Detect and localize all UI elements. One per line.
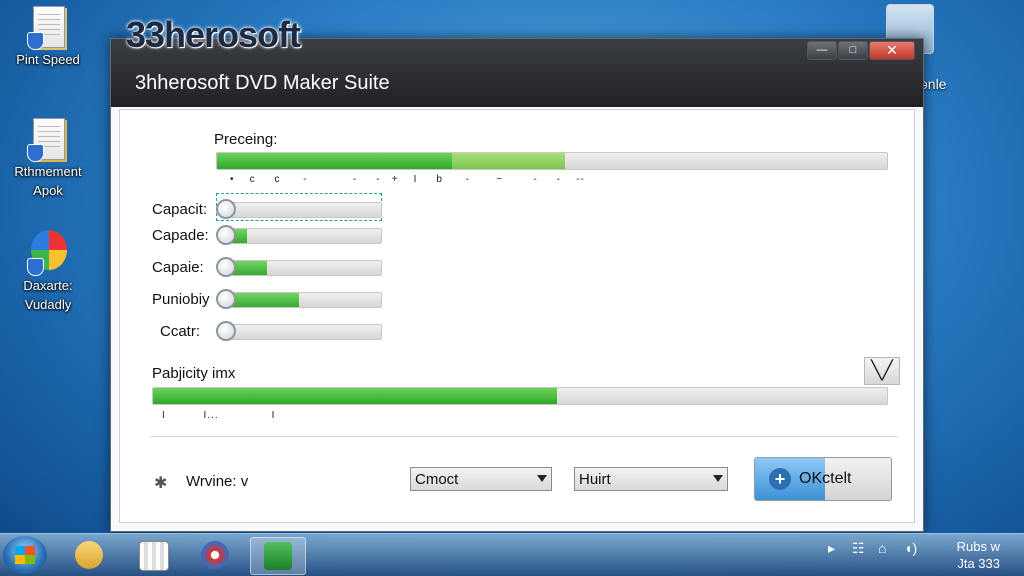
slider-handle[interactable] (216, 199, 236, 219)
shield-icon (27, 258, 44, 276)
desktop-icon-daxarte[interactable]: Daxarte: Vudadly (0, 230, 96, 312)
desktop-icon-label: Pint Speed (16, 52, 80, 67)
processing-tick-marks: • c c - - - + I b - ~ - - -- (230, 174, 585, 185)
processing-progress-fill (217, 153, 452, 169)
section-divider (150, 436, 898, 437)
taskbar-item-clapper[interactable] (126, 537, 180, 573)
brand-logo-text: 33herosoft (126, 14, 301, 55)
taskbar-item-folder[interactable] (62, 537, 116, 573)
browser-icon (201, 541, 229, 569)
slider-handle[interactable] (216, 321, 236, 341)
capacity-progress-fill (153, 388, 557, 404)
shield-icon (27, 144, 44, 162)
document-icon (27, 116, 69, 162)
shield-icon (27, 32, 44, 50)
taskbar-item-browser[interactable] (188, 537, 242, 573)
chevron-down-icon (537, 475, 547, 482)
desktop-icon-label: Daxarte: (23, 278, 73, 293)
chevron-down-icon (713, 475, 723, 482)
output-select-value: Cmoct (415, 471, 459, 488)
slider-label: Puniobiy (152, 291, 210, 308)
document-icon (27, 4, 69, 50)
ok-button[interactable]: + OKctelt (754, 457, 892, 501)
slider-label: Capaie: (152, 259, 204, 276)
slider-row-capaie: Capaie: (120, 257, 500, 279)
tray-action-center-icon[interactable]: ⌂ (878, 540, 886, 556)
gear-icon[interactable]: ✱ (154, 473, 167, 493)
slider-track[interactable] (222, 324, 382, 340)
tray-network-icon[interactable]: ☷ (852, 540, 865, 557)
collapse-button[interactable]: ╲╱ (864, 357, 900, 385)
desktop-icon-rthmement[interactable]: Rthmement Apok (0, 116, 96, 198)
burn-select[interactable]: Huirt (574, 467, 728, 491)
taskbar-item-dvd-maker[interactable] (250, 537, 306, 575)
window-content: Preceing: • c c - - - + I b - ~ - - -- C… (119, 109, 915, 523)
processing-label: Preceing: (214, 131, 278, 148)
slider-label: Ccatr: (160, 323, 201, 340)
dvd-maker-window: 3hherosoft DVD Maker Suite — □ ✕ Precein… (110, 38, 924, 532)
slider-track[interactable] (222, 228, 382, 244)
slider-track[interactable] (222, 292, 382, 308)
taskbar: ▸ ☷ ⌂ ◖) Rubs w Jta 333 (0, 533, 1024, 576)
folder-icon (75, 541, 103, 569)
processing-progress-secondary (451, 153, 566, 169)
processing-progress-bar (216, 152, 888, 170)
slider-label: Capade: (152, 227, 209, 244)
slider-row-ccatr: Ccatr: (120, 321, 500, 343)
slider-track[interactable] (222, 202, 382, 218)
ok-button-label: OKctelt (799, 470, 852, 487)
capacity-label: Pabjicity imx (152, 365, 236, 382)
desktop-icon-label-line2: Vudadly (24, 297, 72, 312)
maximize-button[interactable]: □ (838, 41, 868, 60)
output-select[interactable]: Cmoct (410, 467, 552, 491)
slider-row-puniobiy: Puniobiy (120, 289, 500, 311)
slider-handle[interactable] (216, 257, 236, 277)
minimize-button[interactable]: — (807, 41, 837, 60)
desktop-icon-print-speed[interactable]: Pint Speed (0, 4, 96, 67)
tray-expand-icon[interactable]: ▸ (828, 540, 835, 557)
window-title: 3hherosoft DVD Maker Suite (135, 72, 390, 94)
slider-label: Capacit: (152, 201, 208, 218)
dvd-maker-icon (264, 542, 292, 570)
capacity-tick-marks: I I... I (162, 410, 276, 421)
desktop-icon-label-line2: Apok (33, 183, 63, 198)
taskbar-clock[interactable]: Rubs w Jta 333 (957, 538, 1000, 572)
slider-track[interactable] (222, 260, 382, 276)
writer-label: Wrvine: v (186, 473, 249, 490)
slider-row-capade: Capade: (120, 225, 500, 247)
capacity-progress-bar (152, 387, 888, 405)
plus-icon: + (769, 468, 791, 490)
burn-select-value: Huirt (579, 471, 611, 488)
slider-row-capacit: Capacit: (120, 193, 500, 221)
slider-handle[interactable] (216, 289, 236, 309)
start-button[interactable] (3, 536, 47, 574)
close-button[interactable]: ✕ (869, 41, 915, 60)
clock-date: Jta 333 (957, 556, 1000, 571)
app-flower-icon (27, 230, 69, 276)
clock-time: Rubs w (956, 539, 1000, 554)
clapperboard-icon (139, 541, 169, 571)
tray-volume-icon[interactable]: ◖) (904, 540, 917, 556)
window-controls: — □ ✕ (806, 41, 915, 60)
slider-handle[interactable] (216, 225, 236, 245)
desktop-icon-label: Rthmement (14, 164, 82, 179)
